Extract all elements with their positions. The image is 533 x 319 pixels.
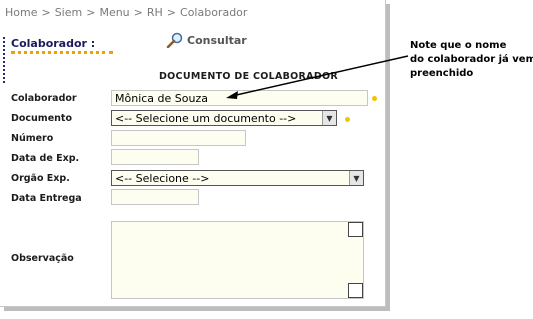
consultar-label: Consultar [187, 33, 247, 47]
required-indicator-icon [372, 96, 377, 101]
annotation-line-3: preenchido [410, 68, 474, 79]
breadcrumb-separator: > [133, 6, 143, 19]
documento-selected-value: <-- Selecione um documento --> [115, 112, 297, 125]
orgao-exp-select[interactable]: <-- Selecione --> ▼ [111, 170, 364, 186]
orgao-exp-selected-value: <-- Selecione --> [115, 172, 210, 185]
chevron-down-icon[interactable]: ▼ [349, 171, 363, 185]
numero-label: Número [11, 133, 54, 144]
magnifier-icon [166, 32, 183, 48]
breadcrumb-colaborador: Colaborador [180, 6, 248, 19]
form-panel: Home > Siem > Menu > RH > Colaborador Colaborado… [0, 0, 386, 307]
orgao-exp-label: Orgão Exp. [11, 173, 70, 184]
breadcrumb: Home > Siem > Menu > RH > Colaborador [5, 6, 247, 19]
consultar-button[interactable]: Consultar [166, 32, 247, 48]
data-exp-label: Data de Exp. [11, 153, 80, 164]
breadcrumb-home[interactable]: Home [5, 6, 37, 19]
annotation-line-2: do colaborador já vem [410, 54, 533, 65]
required-indicator-icon [345, 117, 350, 122]
chevron-down-icon[interactable]: ▼ [322, 111, 336, 125]
title-vertical-divider [3, 37, 5, 83]
breadcrumb-rh[interactable]: RH [147, 6, 163, 19]
breadcrumb-separator: > [166, 6, 177, 19]
documento-label: Documento [11, 113, 72, 124]
breadcrumb-menu[interactable]: Menu [99, 6, 129, 19]
colaborador-field[interactable]: Mônica de Souza [111, 90, 368, 106]
breadcrumb-separator: > [86, 6, 96, 19]
observacao-label: Observação [11, 253, 74, 264]
documento-select[interactable]: <-- Selecione um documento --> ▼ [111, 110, 337, 126]
colaborador-label: Colaborador [11, 93, 77, 104]
annotation-line-1: Note que o nome [410, 40, 507, 51]
numero-field[interactable] [111, 130, 246, 146]
observacao-textarea[interactable] [111, 221, 364, 299]
data-entrega-label: Data Entrega [11, 193, 82, 204]
data-exp-field[interactable] [111, 149, 199, 165]
page-title: Colaborador : [11, 37, 96, 50]
annotation-note: Note que o nome do colaborador já vem pr… [410, 39, 533, 81]
form-heading: DOCUMENTO DE COLABORADOR [159, 71, 339, 82]
scroll-down-button[interactable] [348, 283, 363, 298]
breadcrumb-siem[interactable]: Siem [55, 6, 83, 19]
data-entrega-field[interactable] [111, 189, 199, 205]
scroll-up-button[interactable] [348, 222, 363, 237]
breadcrumb-separator: > [41, 6, 51, 19]
title-underline [11, 51, 113, 54]
